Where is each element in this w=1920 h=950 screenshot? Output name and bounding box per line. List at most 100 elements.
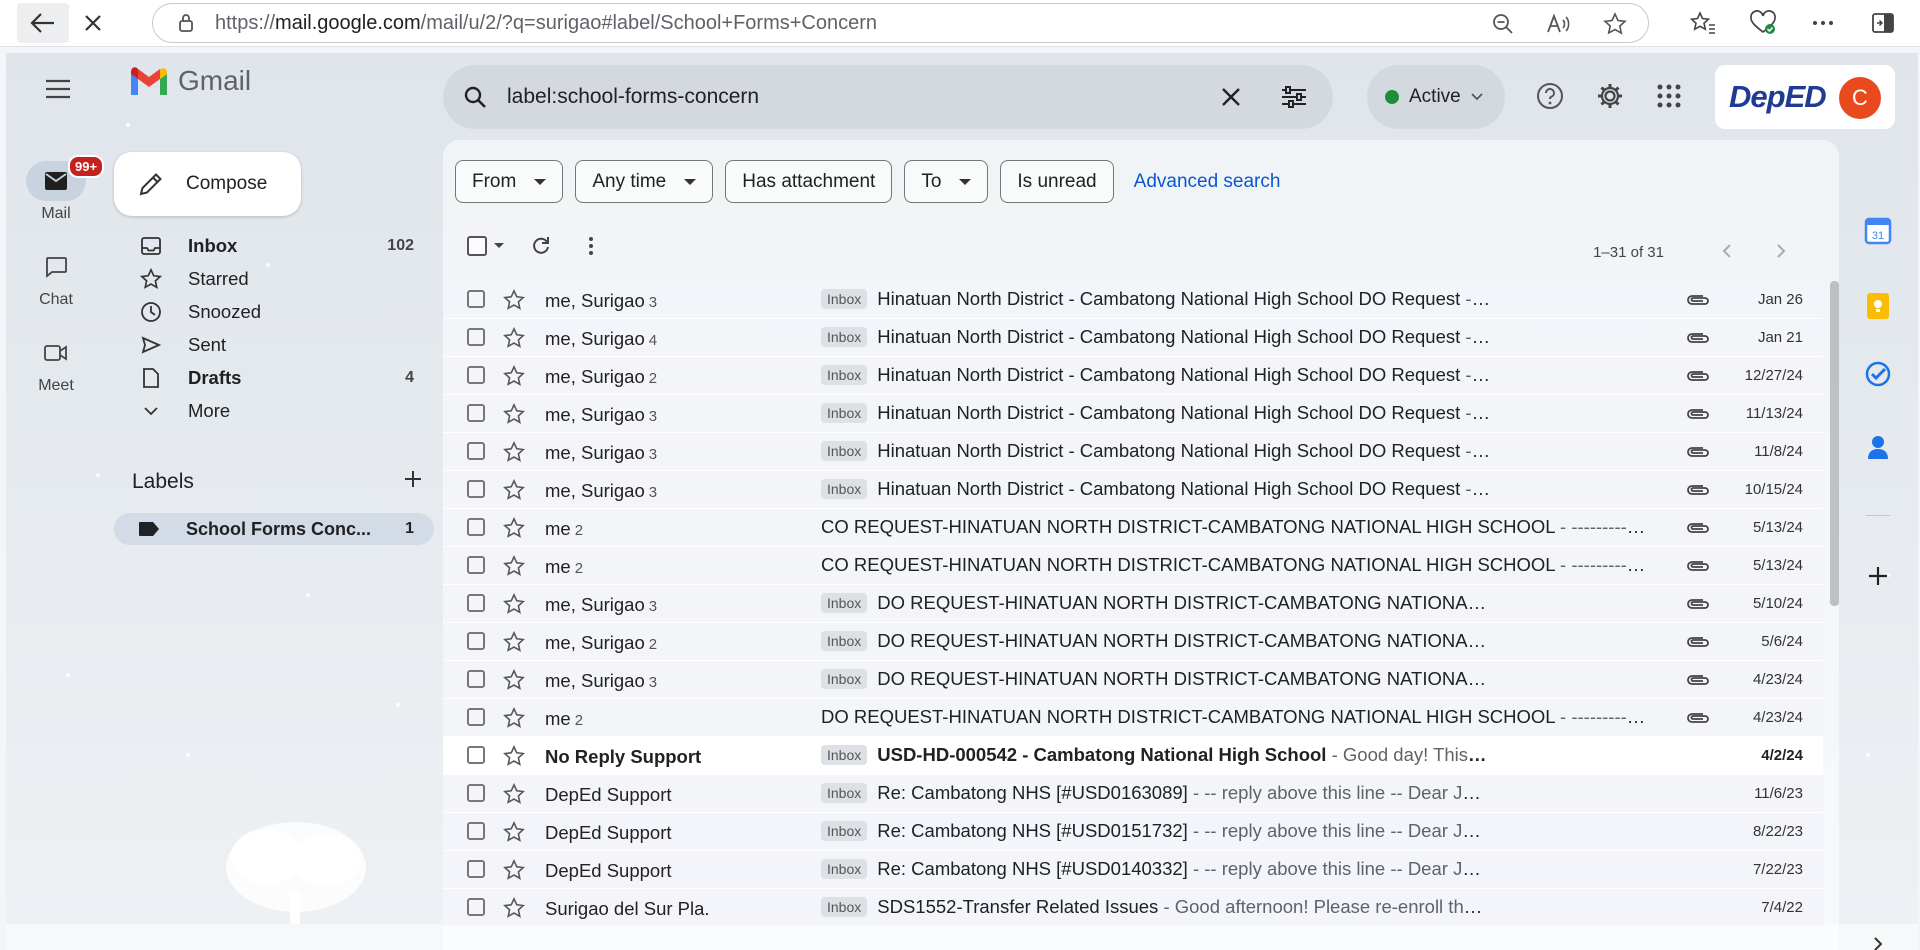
table-row[interactable]: me, Surigao 3 Inbox Hinatuan North District…	[443, 433, 1823, 471]
show-side-panel-chevron-icon[interactable]	[1860, 926, 1896, 950]
table-row[interactable]: DepEd Support Inbox Re: Cambatong NHS [#US…	[443, 813, 1823, 851]
gmail-logo[interactable]: Gmail	[128, 65, 251, 97]
inbox-tag[interactable]: Inbox	[821, 897, 868, 917]
row-checkbox[interactable]	[467, 784, 485, 802]
nav-item-drafts[interactable]: Drafts 4	[114, 361, 434, 394]
nav-item-starred[interactable]: Starred	[114, 262, 434, 295]
row-checkbox[interactable]	[467, 632, 485, 650]
table-row[interactable]: me, Surigao 3 Inbox Hinatuan North District…	[443, 395, 1823, 433]
star-icon[interactable]	[503, 365, 525, 387]
account-switcher[interactable]: DepED C	[1715, 65, 1895, 129]
inbox-tag[interactable]: Inbox	[821, 289, 868, 309]
select-options-chevron-icon[interactable]	[493, 232, 505, 260]
refresh-icon[interactable]	[527, 232, 555, 260]
inbox-tag[interactable]: Inbox	[821, 327, 868, 347]
row-checkbox[interactable]	[467, 822, 485, 840]
row-checkbox[interactable]	[467, 898, 485, 916]
rail-mail[interactable]: 99+ Mail	[20, 155, 105, 223]
meet-rail-button[interactable]	[26, 333, 86, 373]
calendar-icon[interactable]: 31	[1860, 213, 1896, 249]
status-selector[interactable]: Active	[1367, 65, 1505, 129]
star-icon[interactable]	[503, 897, 525, 919]
prev-page-chevron-icon[interactable]	[1713, 237, 1741, 265]
zoom-out-icon[interactable]	[1490, 11, 1516, 37]
star-icon[interactable]	[503, 327, 525, 349]
inbox-tag[interactable]: Inbox	[821, 441, 868, 461]
filter-any-time[interactable]: Any time	[575, 160, 714, 203]
table-row[interactable]: me, Surigao 2 Inbox Hinatuan North District…	[443, 357, 1823, 395]
next-page-chevron-icon[interactable]	[1767, 237, 1795, 265]
scrollbar-thumb[interactable]	[1830, 281, 1839, 606]
table-row[interactable]: me, Surigao 3 Inbox DO REQUEST-HINATUAN NOR…	[443, 585, 1823, 623]
compose-button[interactable]: Compose	[114, 152, 301, 216]
table-row[interactable]: Surigao del Sur Pla. Inbox SDS1552-Transfe…	[443, 889, 1823, 927]
settings-gear-icon[interactable]	[1593, 79, 1627, 113]
keep-icon[interactable]	[1860, 288, 1896, 324]
address-bar[interactable]: https://mail.google.com/mail/u/2/?q=suri…	[152, 3, 1649, 43]
favorite-star-icon[interactable]	[1602, 11, 1628, 37]
nav-item-more[interactable]: More	[114, 394, 434, 427]
filter-to[interactable]: To	[904, 160, 989, 203]
row-checkbox[interactable]	[467, 290, 485, 308]
row-checkbox[interactable]	[467, 404, 485, 422]
table-row[interactable]: me 2 DO REQUEST-HINATUAN NORTH DISTRICT-CA…	[443, 699, 1823, 737]
inbox-tag[interactable]: Inbox	[821, 365, 868, 385]
star-icon[interactable]	[503, 517, 525, 539]
row-checkbox[interactable]	[467, 366, 485, 384]
clear-search-icon[interactable]	[1217, 83, 1245, 111]
search-options-icon[interactable]	[1279, 83, 1309, 111]
inbox-tag[interactable]: Inbox	[821, 593, 868, 613]
back-button[interactable]	[17, 3, 69, 43]
filter-from[interactable]: From	[455, 160, 564, 203]
row-checkbox[interactable]	[467, 328, 485, 346]
inbox-tag[interactable]: Inbox	[821, 479, 868, 499]
star-icon[interactable]	[503, 555, 525, 577]
star-icon[interactable]	[503, 403, 525, 425]
favorites-icon[interactable]	[1682, 4, 1724, 42]
star-icon[interactable]	[503, 859, 525, 881]
inbox-tag[interactable]: Inbox	[821, 821, 868, 841]
inbox-tag[interactable]: Inbox	[821, 859, 868, 879]
google-apps-icon[interactable]	[1652, 79, 1686, 113]
table-row[interactable]: me, Surigao 4 Inbox Hinatuan North District…	[443, 319, 1823, 357]
row-checkbox[interactable]	[467, 860, 485, 878]
star-icon[interactable]	[503, 707, 525, 729]
star-icon[interactable]	[503, 289, 525, 311]
table-row[interactable]: No Reply Support Inbox USD-HD-000542 - Cam…	[443, 737, 1823, 775]
scrollbar[interactable]	[1830, 281, 1839, 950]
row-checkbox[interactable]	[467, 670, 485, 688]
stop-loading-button[interactable]	[69, 3, 117, 43]
rail-chat[interactable]: Chat	[20, 247, 92, 309]
table-row[interactable]: me, Surigao 3 Inbox Hinatuan North District…	[443, 471, 1823, 509]
star-icon[interactable]	[503, 669, 525, 691]
inbox-tag[interactable]: Inbox	[821, 631, 868, 651]
chat-rail-button[interactable]	[26, 247, 86, 287]
star-icon[interactable]	[503, 479, 525, 501]
label-item-school-forms-concern[interactable]: School Forms Conc... 1	[114, 513, 434, 545]
search-icon[interactable]	[461, 83, 489, 111]
help-icon[interactable]	[1533, 79, 1567, 113]
browser-essentials-icon[interactable]	[1742, 4, 1784, 42]
table-row[interactable]: me, Surigao 3 Inbox DO REQUEST-HINATUAN NOR…	[443, 661, 1823, 699]
inbox-tag[interactable]: Inbox	[821, 783, 868, 803]
nav-item-sent[interactable]: Sent	[114, 328, 434, 361]
table-row[interactable]: DepEd Support Inbox Re: Cambatong NHS [#US…	[443, 775, 1823, 813]
star-icon[interactable]	[503, 783, 525, 805]
more-options-icon[interactable]	[1802, 4, 1844, 42]
row-checkbox[interactable]	[467, 442, 485, 460]
nav-item-snoozed[interactable]: Snoozed	[114, 295, 434, 328]
star-icon[interactable]	[503, 593, 525, 615]
row-checkbox[interactable]	[467, 594, 485, 612]
row-checkbox[interactable]	[467, 746, 485, 764]
star-icon[interactable]	[503, 441, 525, 463]
star-icon[interactable]	[503, 821, 525, 843]
advanced-search-link[interactable]: Advanced search	[1134, 171, 1281, 193]
more-vertical-icon[interactable]	[581, 232, 601, 260]
main-menu-button[interactable]	[38, 69, 78, 109]
row-checkbox[interactable]	[467, 518, 485, 536]
inbox-tag[interactable]: Inbox	[821, 669, 868, 689]
filter-is-unread[interactable]: Is unread	[1000, 160, 1114, 203]
row-checkbox[interactable]	[467, 480, 485, 498]
inbox-tag[interactable]: Inbox	[821, 403, 868, 423]
sidebar-toggle-icon[interactable]	[1862, 4, 1904, 42]
